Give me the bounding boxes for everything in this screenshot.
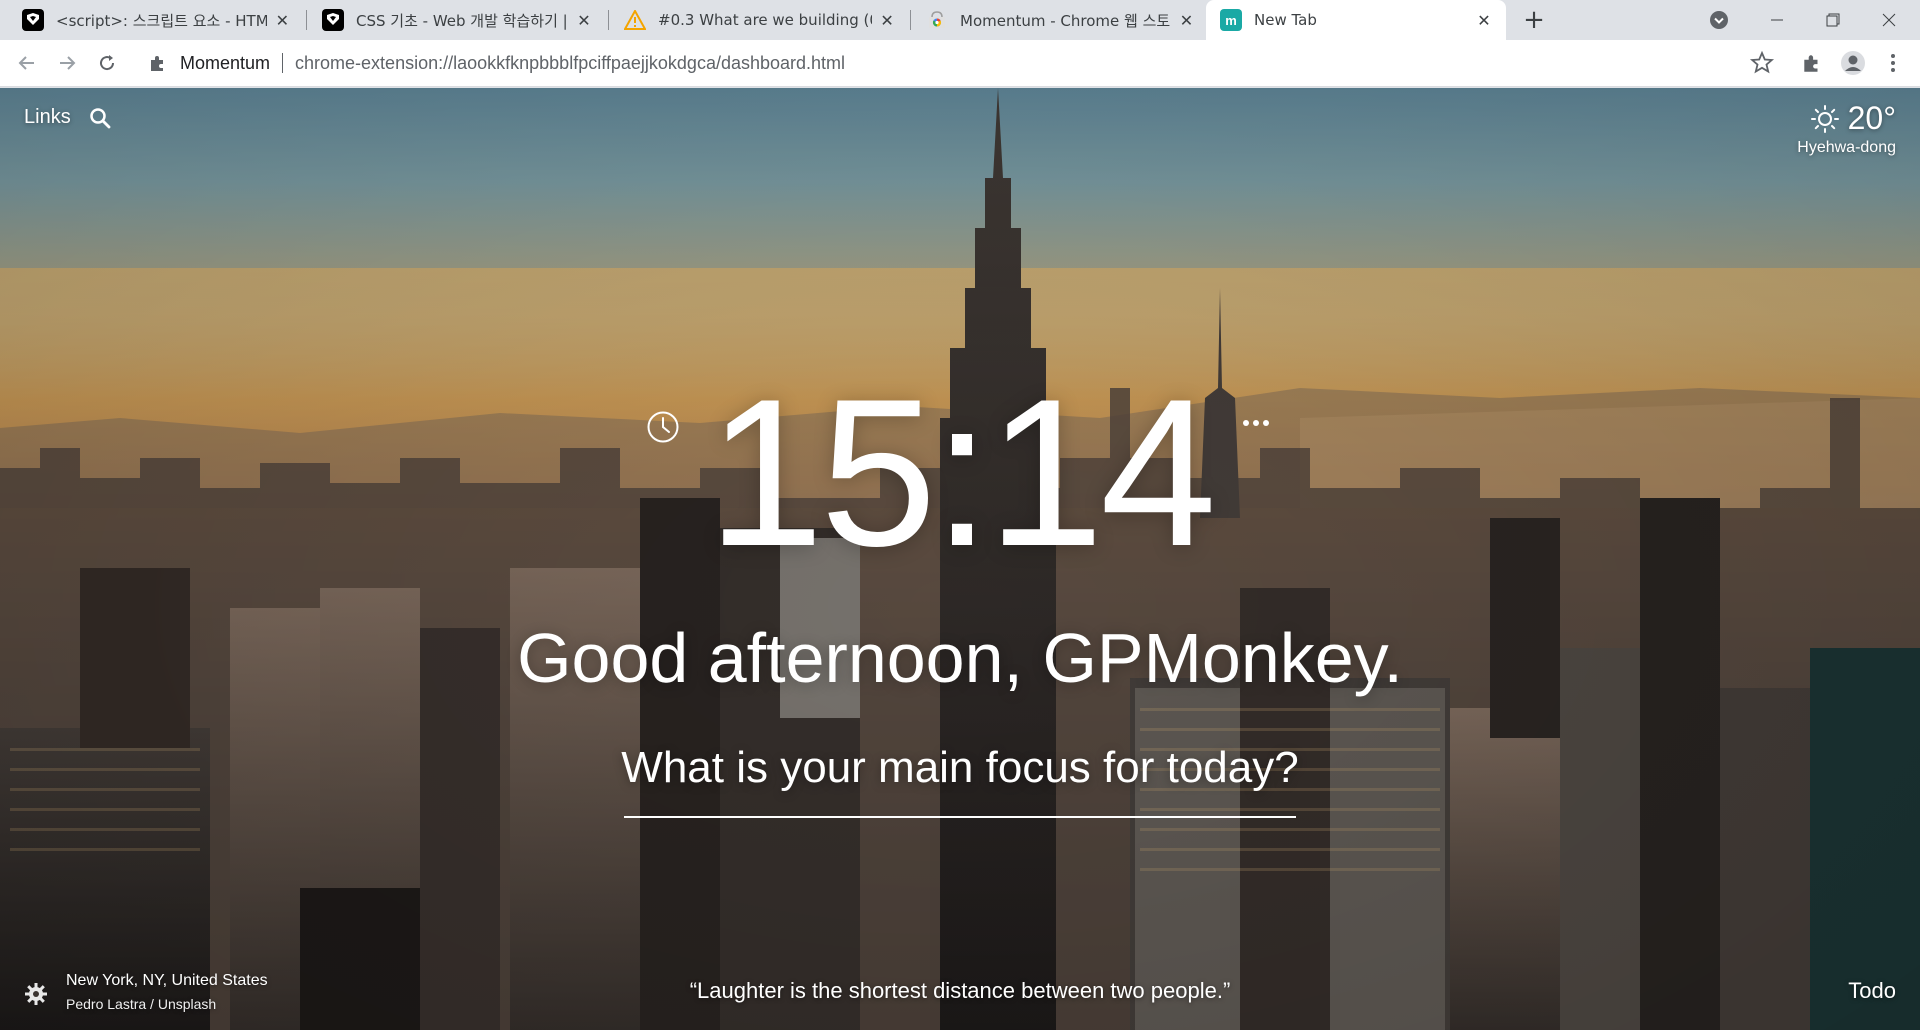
profile-button[interactable]	[1840, 50, 1866, 76]
todo-button[interactable]: Todo	[1848, 978, 1896, 1004]
mdn-icon	[22, 9, 44, 31]
momentum-dashboard: Links 20° Hyehwa-dong 15:14 Good afterno…	[0, 88, 1920, 1030]
tab-separator	[910, 10, 911, 30]
tab-new-tab[interactable]: m New Tab ✕	[1206, 0, 1506, 40]
tab-title: #0.3 What are we building (03:2	[658, 11, 872, 29]
puzzle-icon	[1804, 55, 1818, 72]
extension-puzzle-icon	[151, 56, 163, 71]
focus-input[interactable]	[624, 778, 1296, 818]
url-text: chrome-extension://laookkfknpbbblfpciffp…	[295, 52, 846, 73]
temperature: 20°	[1847, 100, 1896, 136]
extensions-button[interactable]	[1799, 50, 1825, 76]
tab-script-element[interactable]: <script>: 스크립트 요소 - HTML ✕	[8, 0, 304, 40]
daily-quote[interactable]: “Laughter is the shortest distance betwe…	[0, 978, 1920, 1004]
close-icon[interactable]: ✕	[880, 11, 894, 30]
back-arrow-icon	[18, 56, 34, 70]
close-icon[interactable]: ✕	[275, 11, 290, 30]
forward-arrow-icon	[60, 56, 76, 70]
close-icon[interactable]: ✕	[1179, 11, 1194, 30]
kebab-menu-icon	[1891, 54, 1895, 72]
reload-button[interactable]	[92, 48, 122, 78]
chrome-web-store-icon	[926, 9, 948, 31]
weather-summary: 20°	[1797, 100, 1896, 137]
back-button[interactable]	[12, 48, 42, 78]
search-icon[interactable]	[89, 107, 111, 129]
tab-separator	[306, 10, 307, 30]
close-window-icon	[1882, 13, 1896, 27]
clock-icon[interactable]	[646, 410, 680, 444]
new-tab-button[interactable]: +	[1520, 5, 1548, 35]
tab-what-are-we-building[interactable]: #0.3 What are we building (03:2 ✕	[610, 0, 908, 40]
more-options-icon[interactable]	[1241, 418, 1271, 428]
links-label[interactable]: Links	[24, 106, 71, 129]
address-bar[interactable]: Momentum chrome-extension://laookkfknpbb…	[136, 44, 1776, 82]
tab-search-icon[interactable]	[1708, 9, 1730, 31]
close-icon[interactable]: ✕	[576, 11, 592, 30]
clock-container: 15:14	[0, 368, 1920, 578]
restore-button[interactable]	[1810, 0, 1856, 40]
tab-strip: <script>: 스크립트 요소 - HTML ✕ CSS 기초 - Web …	[0, 0, 1920, 40]
browser-toolbar: Momentum chrome-extension://laookkfknpbb…	[0, 40, 1920, 87]
tab-title: CSS 기초 - Web 개발 학습하기 |	[356, 11, 568, 30]
minimize-button[interactable]	[1754, 0, 1800, 40]
close-icon[interactable]: ✕	[1476, 11, 1492, 30]
tab-momentum-webstore[interactable]: Momentum - Chrome 웹 스토어 ✕	[912, 0, 1208, 40]
bookmark-star-icon[interactable]	[1749, 50, 1775, 76]
restore-icon	[1826, 13, 1840, 27]
tab-css-basics[interactable]: CSS 기초 - Web 개발 학습하기 | ✕	[308, 0, 606, 40]
avatar-icon	[1841, 51, 1865, 75]
warning-icon	[624, 9, 646, 31]
reload-icon	[100, 55, 115, 71]
minimize-icon	[1771, 19, 1783, 21]
links-widget[interactable]: Links	[24, 106, 111, 129]
weather-widget[interactable]: 20° Hyehwa-dong	[1797, 100, 1896, 157]
sun-icon	[1810, 104, 1839, 133]
tab-title: New Tab	[1254, 11, 1317, 29]
greeting: Good afternoon, GPMonkey.	[517, 619, 1403, 697]
address-separator	[282, 53, 284, 73]
weather-location: Hyehwa-dong	[1797, 139, 1896, 156]
site-name: Momentum	[180, 52, 271, 73]
forward-button[interactable]	[52, 48, 82, 78]
tab-separator	[608, 10, 609, 30]
chrome-menu-button[interactable]	[1880, 50, 1906, 76]
tab-title: <script>: 스크립트 요소 - HTML	[56, 11, 267, 30]
momentum-icon: m	[1220, 9, 1242, 31]
close-window-button[interactable]	[1866, 0, 1912, 40]
mdn-icon	[322, 9, 344, 31]
tab-title: Momentum - Chrome 웹 스토어	[960, 11, 1171, 30]
clock-time[interactable]: 15:14	[0, 368, 1920, 578]
